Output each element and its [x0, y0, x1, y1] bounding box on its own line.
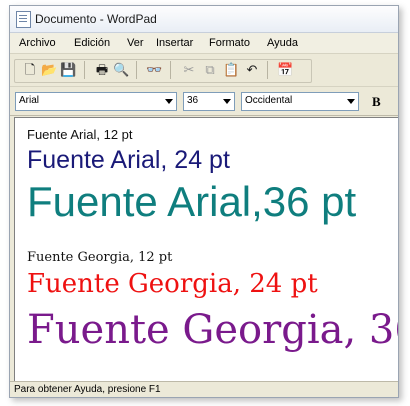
toolbar-separator [170, 61, 171, 79]
script-select[interactable]: Occidental [241, 92, 359, 111]
menu-formato[interactable]: Formato [209, 37, 250, 49]
font-select[interactable]: Arial [15, 92, 177, 111]
status-text: Para obtener Ayuda, presione F1 [14, 384, 161, 395]
save-icon[interactable]: 💾 [60, 63, 76, 79]
wordpad-window: Documento - WordPad Archivo Edición Ver … [9, 5, 399, 398]
print-preview-icon[interactable]: 🔍 [113, 63, 129, 79]
standard-toolbar: 🗋 📂 💾 🖶 🔍 👓 ✂ ⧉ 📋 ↶ 📅 [10, 54, 398, 87]
chevron-down-icon[interactable] [165, 99, 173, 104]
doc-line-georgia-24: Fuente Georgia, 24 pt [27, 269, 318, 299]
toolbar-separator [136, 61, 137, 79]
undo-icon[interactable]: ↶ [244, 63, 260, 79]
datetime-icon[interactable]: 📅 [277, 63, 293, 79]
status-bar: Para obtener Ayuda, presione F1 [10, 381, 398, 397]
open-icon[interactable]: 📂 [41, 63, 57, 79]
toolbar-separator [267, 61, 268, 79]
paste-icon[interactable]: 📋 [223, 63, 239, 79]
document-area[interactable]: Fuente Arial, 12 pt Fuente Arial, 24 pt … [14, 117, 398, 381]
toolbar-separator [84, 61, 85, 79]
doc-line-arial-24: Fuente Arial, 24 pt [27, 146, 230, 174]
find-icon[interactable]: 👓 [146, 63, 162, 79]
menu-ayuda[interactable]: Ayuda [267, 37, 298, 49]
cut-icon[interactable]: ✂ [181, 63, 197, 79]
script-select-value: Occidental [245, 95, 293, 106]
doc-line-arial-12: Fuente Arial, 12 pt [27, 127, 133, 142]
new-icon[interactable]: 🗋 [22, 63, 38, 79]
copy-icon[interactable]: ⧉ [202, 63, 218, 79]
doc-line-georgia-36: Fuente Georgia, 36 pt [27, 307, 398, 353]
font-size-select[interactable]: 36 [183, 92, 235, 111]
doc-line-arial-36: Fuente Arial,36 pt [27, 178, 357, 225]
doc-line-georgia-12: Fuente Georgia, 12 pt [27, 250, 173, 265]
chevron-down-icon[interactable] [223, 99, 231, 104]
chevron-down-icon[interactable] [347, 99, 355, 104]
menu-bar: Archivo Edición Ver Insertar Formato Ayu… [10, 33, 398, 54]
print-icon[interactable]: 🖶 [94, 63, 110, 79]
menu-archivo[interactable]: Archivo [19, 37, 56, 49]
format-toolbar: Arial 36 Occidental B [10, 87, 398, 116]
window-title: Documento - WordPad [35, 12, 157, 26]
bold-button[interactable]: B [372, 94, 381, 110]
menu-ver[interactable]: Ver [127, 37, 144, 49]
font-select-value: Arial [19, 95, 40, 106]
wordpad-app-icon [16, 11, 31, 28]
menu-edicion[interactable]: Edición [74, 37, 110, 49]
menu-insertar[interactable]: Insertar [156, 37, 193, 49]
title-bar[interactable]: Documento - WordPad [10, 6, 398, 33]
font-size-value: 36 [187, 95, 199, 106]
